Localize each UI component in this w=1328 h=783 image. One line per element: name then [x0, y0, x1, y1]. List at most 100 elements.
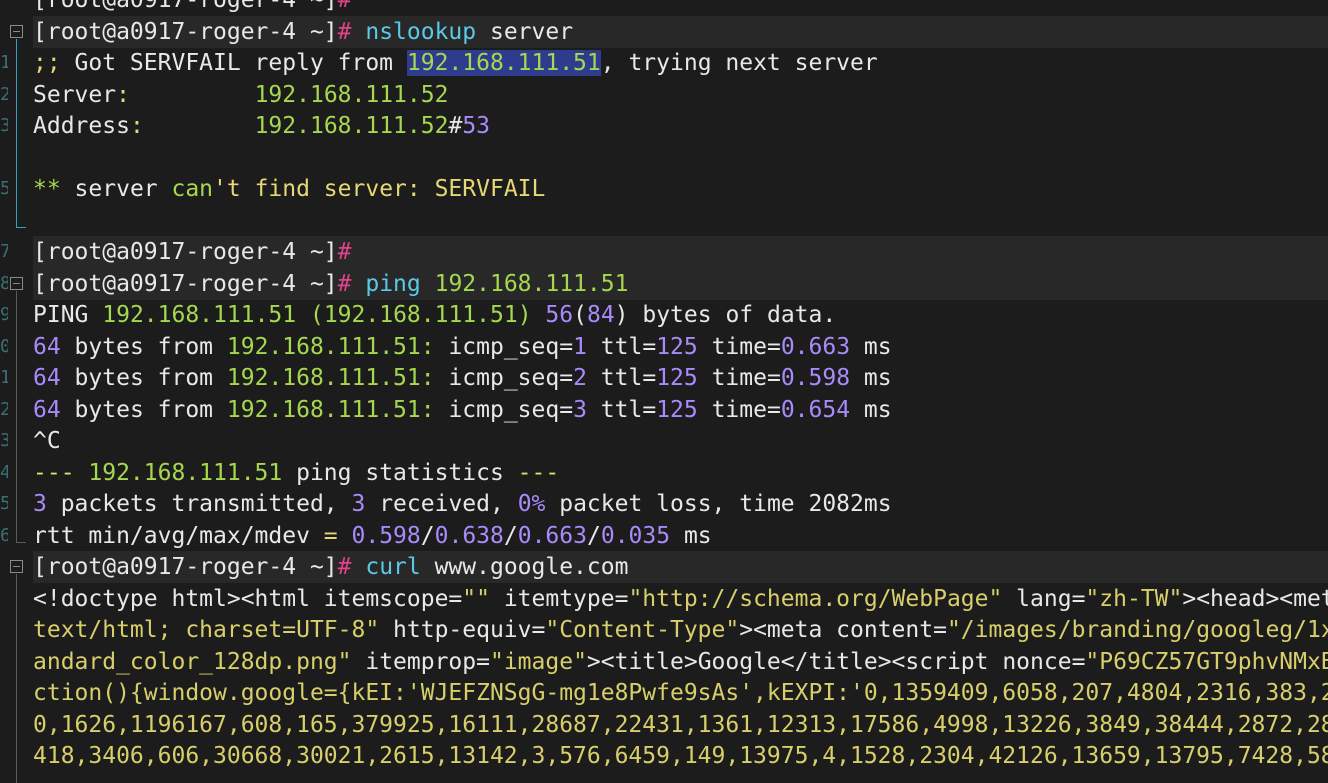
line-segment: "P69CZ57GT9phvNMxBn — [1085, 648, 1328, 675]
output-line: PING 192.168.111.51 (192.168.111.51) 56(… — [33, 299, 1328, 331]
line-segment: Address — [33, 113, 130, 139]
line-segment: 192.168.111.51: — [226, 365, 435, 391]
line-segment: 125 — [656, 333, 698, 360]
line-segment: [root@a0917-roger-4 ~] — [33, 554, 338, 580]
output-line: Address: 192.168.111.52#53 — [33, 110, 1328, 142]
line-segment: 192.168.111.51 — [88, 459, 283, 486]
line-segment: 125 — [656, 396, 698, 423]
line-segment: ping statistics — [282, 459, 518, 486]
line-segment: = — [323, 522, 338, 549]
line-segment: Got SERVFAIL reply from — [74, 50, 407, 76]
line-segment: ms — [670, 522, 712, 549]
line-segment — [296, 302, 310, 328]
line-segment: ><head><meta — [1182, 585, 1328, 612]
line-segment: / — [586, 522, 601, 549]
line-segment: ^C — [33, 428, 61, 454]
line-number: 3 — [0, 115, 8, 136]
line-segment: # — [337, 554, 366, 580]
line-segment: lang= — [1002, 585, 1086, 612]
line-segment — [421, 271, 435, 297]
line-segment: can — [171, 176, 214, 202]
line-segment: itemprop= — [351, 648, 490, 675]
line-segment: ttl= — [586, 396, 657, 423]
line-segment: time= — [697, 396, 781, 423]
line-segment: 1 — [573, 333, 587, 360]
fold-guide — [16, 38, 17, 227]
line-segment: 0.598 — [780, 365, 851, 391]
line-number: 8 — [0, 272, 8, 294]
output-line: ^C — [33, 425, 1328, 457]
line-segment: andard_color_128dp.png" — [33, 648, 352, 675]
line-segment: ><title>Google</title><script nonce= — [586, 648, 1086, 675]
line-number: 2 — [0, 83, 8, 105]
line-segment: 0,1626,1196167,608,165,379925,16111,2868… — [33, 711, 1328, 738]
terminal-window[interactable]: [root@a0917-roger-4 ~]# [root@a0917-roger… — [0, 0, 1328, 783]
line-segment: bytes from — [60, 333, 227, 360]
line-number: 2 — [0, 398, 8, 420]
line-segment: "http://schema.org/WebPage" — [628, 585, 1003, 612]
line-segment: 0.035 — [600, 522, 671, 549]
line-segment: 0.654 — [780, 396, 851, 423]
line-segment: [root@a0917-roger-4 ~] — [33, 0, 338, 13]
line-segment: icmp_seq= — [434, 396, 574, 423]
line-number: 1 — [0, 52, 8, 73]
line-segment: --- — [517, 459, 560, 486]
line-segment: / — [503, 522, 518, 549]
prompt-line: [root@a0917-roger-4 ~]# — [33, 236, 1328, 268]
line-segment: 192.168.111.51: — [226, 396, 435, 423]
output-line: --- 192.168.111.51 ping statistics --- — [33, 457, 1328, 489]
output-line: <!doctype html><html itemscope="" itemty… — [33, 583, 1328, 615]
output-line: 64 bytes from 192.168.111.51: icmp_seq=2… — [33, 362, 1328, 394]
fold-guide-end — [16, 226, 26, 228]
line-segment: 192.168.111.51 — [102, 302, 297, 328]
line-segment: (192.168.111.51) — [309, 302, 532, 328]
line-segment: 64 — [33, 365, 61, 391]
line-segment: [root@a0917-roger-4 ~] — [33, 239, 338, 265]
line-number: 6 — [0, 524, 8, 546]
line-segment: packet loss, time 2082ms — [545, 491, 892, 517]
line-segment: "" — [462, 585, 490, 612]
prompt-line: [root@a0917-roger-4 ~]# ping 192.168.111… — [33, 267, 1328, 300]
fold-toggle-icon[interactable] — [10, 24, 23, 38]
prompt-line: [root@a0917-roger-4 ~]# curl www.google.… — [33, 551, 1328, 583]
line-segment: # — [337, 18, 366, 45]
line-segment: text/html; charset=UTF-8" — [33, 617, 380, 643]
line-number: 0 — [0, 335, 8, 357]
line-segment: ms — [850, 365, 892, 391]
output-line: ;; Got SERVFAIL reply from 192.168.111.5… — [33, 47, 1328, 79]
line-segment — [338, 523, 352, 549]
line-number: 5 — [0, 178, 8, 199]
line-segment: server — [476, 18, 574, 45]
prompt-line: [root@a0917-roger-4 ~]# — [33, 0, 1328, 16]
line-segment: received, — [365, 491, 518, 517]
command-text: ping — [365, 270, 421, 297]
line-segment: <!doctype html><html itemscope= — [33, 585, 463, 612]
line-segment: Server — [33, 81, 117, 108]
line-segment: bytes from — [60, 396, 227, 423]
line-segment: 64 — [33, 333, 61, 360]
output-line: 0,1626,1196167,608,165,379925,16111,2868… — [33, 709, 1328, 741]
line-segment: 192.168.111.52 — [254, 81, 449, 108]
command-text: curl — [365, 554, 421, 580]
line-segment: 84 — [586, 302, 615, 328]
line-segment: # — [337, 0, 352, 13]
line-segment: [root@a0917-roger-4 ~] — [33, 270, 338, 297]
line-segment: : — [129, 113, 144, 139]
line-segment: "zh-TW" — [1085, 585, 1183, 612]
output-line: ction(){window.google={kEI:'WJEFZNSgG-mg… — [33, 677, 1328, 709]
line-segment: 0.638 — [434, 522, 504, 549]
line-segment: ttl= — [586, 333, 657, 360]
line-segment — [130, 82, 255, 108]
line-segment: 125 — [656, 365, 698, 391]
fold-toggle-icon[interactable] — [10, 276, 23, 290]
line-segment: "Content-Type" — [545, 617, 740, 643]
line-segment — [532, 302, 546, 328]
line-segment: rtt min/avg/max/mdev — [33, 522, 324, 549]
line-segment: # — [337, 239, 352, 265]
line-segment: icmp_seq= — [434, 333, 574, 360]
fold-toggle-icon[interactable] — [10, 560, 23, 573]
selected-text: 192.168.111.51 — [406, 50, 601, 76]
output-line: Server: 192.168.111.52 — [33, 79, 1328, 111]
